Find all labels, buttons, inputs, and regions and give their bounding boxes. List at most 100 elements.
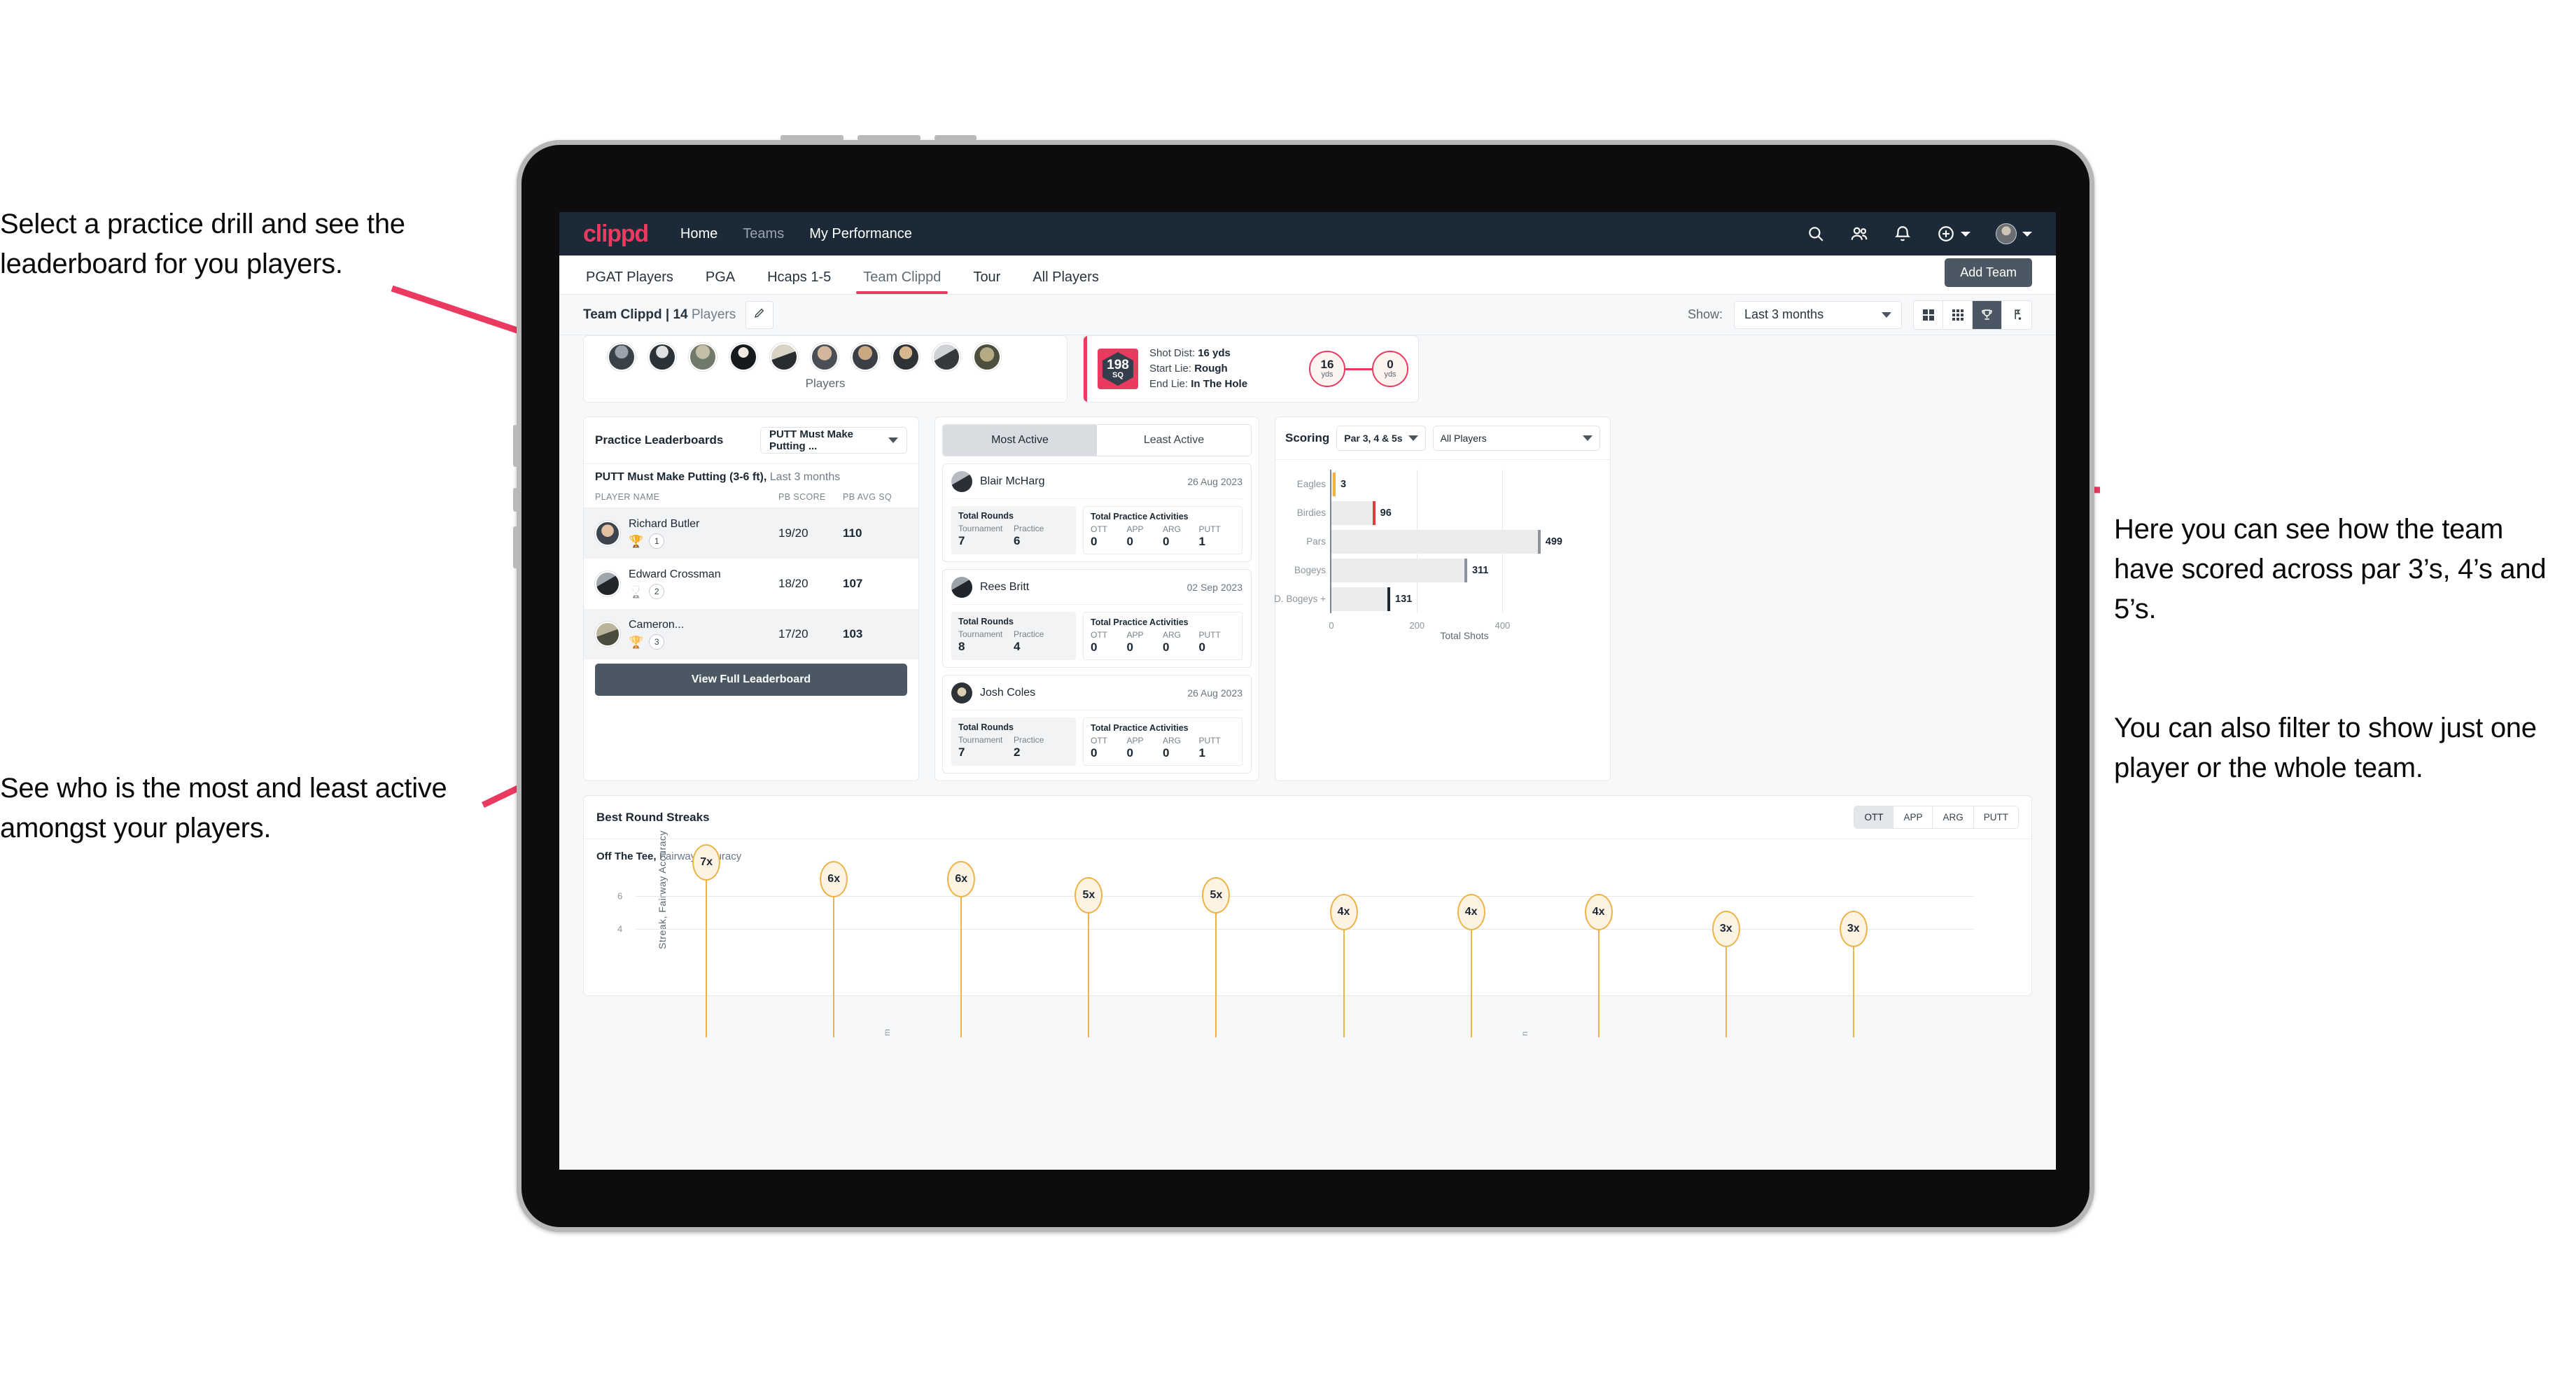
distance-connector xyxy=(1345,368,1372,370)
player-filter-select[interactable]: All Players xyxy=(1432,426,1600,451)
drill-select[interactable]: PUTT Must Make Putting ... xyxy=(760,427,907,454)
bell-icon[interactable] xyxy=(1893,225,1912,243)
practice-value: 6 xyxy=(1014,534,1021,547)
streaks-tab-putt[interactable]: PUTT xyxy=(1973,806,2018,828)
scoring-bar-value: 96 xyxy=(1380,507,1392,519)
streak-marker[interactable]: 4x xyxy=(1457,894,1485,1037)
tab-hcaps-1-5[interactable]: Hcaps 1-5 xyxy=(764,270,834,294)
player-avatar[interactable] xyxy=(689,343,717,371)
streaks-tab-arg[interactable]: ARG xyxy=(1933,806,1974,828)
list-item[interactable]: Blair McHarg 26 Aug 2023 Total Rounds To… xyxy=(942,463,1252,562)
practice-rounds: Practice 4 xyxy=(1014,629,1069,654)
edit-team-button[interactable] xyxy=(746,300,774,329)
player-name: Rees Britt xyxy=(980,581,1030,593)
nav-link-my-performance[interactable]: My Performance xyxy=(809,226,912,242)
tab-pgat-players[interactable]: PGAT Players xyxy=(583,270,676,294)
tournament-rounds: Tournament 8 xyxy=(958,629,1014,654)
arg-value: 0 xyxy=(1163,746,1170,760)
list-item[interactable]: Josh Coles 26 Aug 2023 Total Rounds Tour… xyxy=(942,675,1252,774)
scoring-x-tick: 0 xyxy=(1329,620,1334,631)
arg-value: 0 xyxy=(1163,640,1170,654)
total-rounds-box: Total Rounds Tournament 8 Practice 4 xyxy=(951,612,1076,660)
screenshot-stage: Select a practice drill and see the lead… xyxy=(0,0,2576,1386)
profile-menu[interactable] xyxy=(1996,223,2032,244)
table-row[interactable]: Cameron... 🏆 3 17/20 103 xyxy=(584,609,918,659)
player-avatar[interactable] xyxy=(932,343,960,371)
end-distance-marker: 0 yds xyxy=(1372,351,1408,387)
trophy-icon-button[interactable] xyxy=(1973,300,2002,329)
show-label: Show: xyxy=(1687,307,1723,321)
par-filter-select[interactable]: Par 3, 4 & 5s xyxy=(1336,426,1426,451)
shot-quality-unit: SQ xyxy=(1112,371,1124,379)
tournament-value: 7 xyxy=(958,534,965,547)
scoring-bar-value: 499 xyxy=(1545,536,1562,547)
tab-most-active[interactable]: Most Active xyxy=(943,425,1097,456)
scoring-bar-cap xyxy=(1464,558,1468,582)
player-avatar[interactable] xyxy=(770,343,798,371)
tab-least-active[interactable]: Least Active xyxy=(1097,425,1251,456)
streaks-subtitle: Off The Tee, Fairway Accuracy xyxy=(584,839,2031,862)
tab-all-players[interactable]: All Players xyxy=(1030,270,1101,294)
streaks-category-toggle: OTT APP ARG PUTT xyxy=(1854,806,2019,829)
avatar[interactable] xyxy=(1996,223,2017,244)
tab-team-clippd[interactable]: Team Clippd xyxy=(856,270,948,294)
activity-item-body: Total Rounds Tournament 7 Practice 6 Total… xyxy=(951,506,1242,554)
device-button-side-3 xyxy=(513,526,517,568)
golf-flag-icon-button[interactable] xyxy=(2002,301,2031,329)
player-avatar[interactable] xyxy=(648,343,676,371)
streak-marker[interactable]: 5x xyxy=(1074,877,1103,1037)
tab-pga[interactable]: PGA xyxy=(703,270,738,294)
streak-bubble: 4x xyxy=(1457,894,1485,930)
streak-marker[interactable]: 7x xyxy=(692,844,721,1037)
add-team-button[interactable]: Add Team xyxy=(1945,258,2032,287)
clippd-logo[interactable]: clippd xyxy=(583,222,649,246)
streaks-tab-app[interactable]: APP xyxy=(1893,806,1933,828)
search-icon[interactable] xyxy=(1807,225,1825,243)
streak-marker[interactable]: 3x xyxy=(1839,910,1868,1037)
streaks-tab-ott[interactable]: OTT xyxy=(1854,806,1894,828)
tournament-rounds: Tournament 7 xyxy=(958,524,1014,548)
pb-score-value: 17/20 xyxy=(778,627,808,640)
scoring-bar xyxy=(1331,587,1388,611)
streaks-x-tick: m xyxy=(882,1029,892,1036)
total-rounds-box: Total Rounds Tournament 7 Practice 2 xyxy=(951,718,1076,766)
app-value: 0 xyxy=(1126,535,1133,548)
streak-marker[interactable]: 4x xyxy=(1584,894,1613,1037)
tournament-value: 8 xyxy=(958,640,965,653)
streak-marker[interactable]: 4x xyxy=(1329,894,1358,1037)
date-range-select[interactable]: Last 3 months xyxy=(1734,300,1902,329)
team-label-light: Players xyxy=(687,307,736,322)
ott-label: OTT xyxy=(1091,630,1107,640)
scoring-plot-area: Eagles 3 Birdies 96 Pars 499 Bogeys 311 D. Bogey… xyxy=(1274,470,1562,631)
table-row[interactable]: Richard Butler 🏆 1 19/20 110 xyxy=(584,508,918,559)
streak-marker[interactable]: 6x xyxy=(820,860,848,1037)
streak-marker[interactable]: 5x xyxy=(1202,877,1231,1037)
navbar-actions xyxy=(1807,223,2032,244)
streak-bubble: 6x xyxy=(947,860,976,897)
streak-marker[interactable]: 3x xyxy=(1712,910,1740,1037)
player-avatar[interactable] xyxy=(973,343,1001,371)
list-item[interactable]: Rees Britt 02 Sep 2023 Total Rounds Tour… xyxy=(942,569,1252,668)
nav-link-home[interactable]: Home xyxy=(680,226,718,242)
player-avatar[interactable] xyxy=(729,343,757,371)
streak-marker[interactable]: 6x xyxy=(947,860,976,1037)
plus-circle-icon[interactable] xyxy=(1937,225,1955,243)
tab-tour[interactable]: Tour xyxy=(970,270,1003,294)
arg-label: ARG xyxy=(1163,736,1182,746)
player-avatar[interactable] xyxy=(608,343,636,371)
add-menu[interactable] xyxy=(1937,225,1970,243)
scoring-x-tick: 200 xyxy=(1409,620,1425,631)
people-icon[interactable] xyxy=(1850,225,1868,243)
grid-small-icon-button[interactable] xyxy=(1943,300,1973,329)
ott-label: OTT xyxy=(1091,736,1107,746)
player-avatar[interactable] xyxy=(892,343,920,371)
scoring-bar-row: Birdies 96 xyxy=(1297,500,1562,525)
view-full-leaderboard-button[interactable]: View Full Leaderboard xyxy=(595,664,907,696)
player-avatar[interactable] xyxy=(851,343,879,371)
scoring-bar-value: 3 xyxy=(1340,478,1347,490)
player-avatar[interactable] xyxy=(811,343,839,371)
grid-large-icon-button[interactable] xyxy=(1914,300,1943,329)
nav-link-teams[interactable]: Teams xyxy=(743,226,784,242)
hexagon-icon: 198 SQ xyxy=(1102,351,1134,386)
table-row[interactable]: Edward Crossman 🏆 2 18/20 107 xyxy=(584,559,918,609)
